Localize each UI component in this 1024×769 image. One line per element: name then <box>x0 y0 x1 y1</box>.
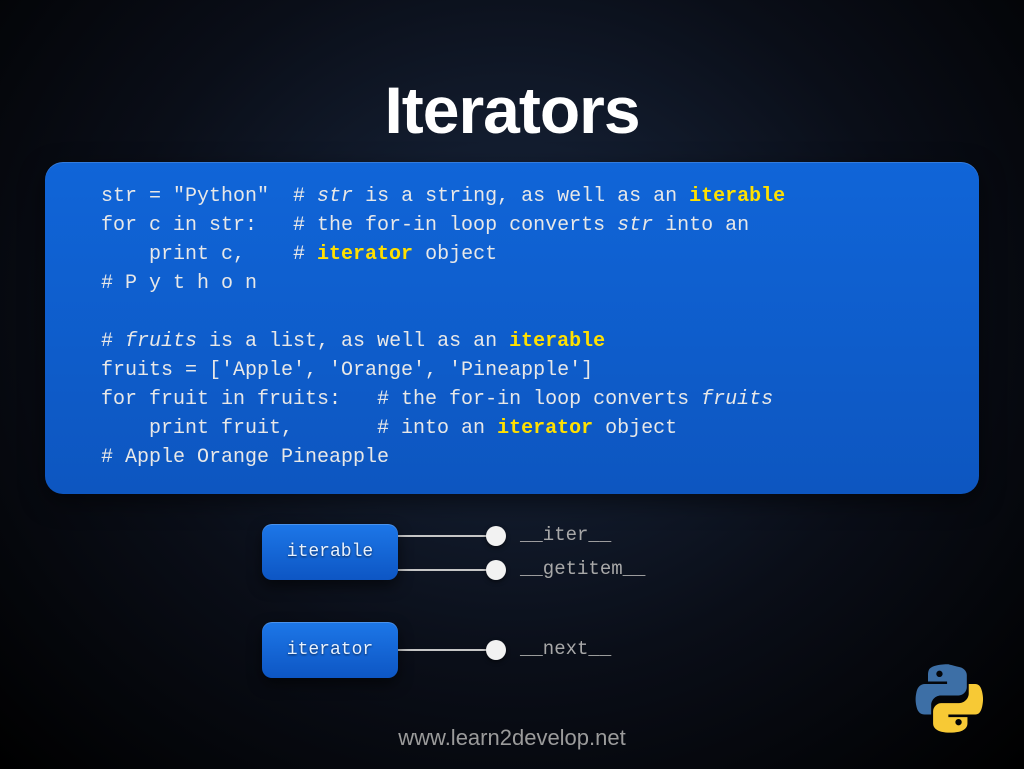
diagram: iterable iterator __iter__ __getitem__ _… <box>262 522 762 692</box>
node-iterator: iterator <box>262 622 398 678</box>
endpoint-dot <box>486 560 506 580</box>
code-content: str = "Python" # str is a string, as wel… <box>101 182 951 472</box>
endpoint-dot <box>486 526 506 546</box>
python-logo-icon <box>914 663 984 733</box>
method-label-getitem: __getitem__ <box>520 558 645 580</box>
method-label-iter: __iter__ <box>520 524 611 546</box>
endpoint-dot <box>486 640 506 660</box>
connector-line <box>398 649 488 651</box>
connector-line <box>398 535 488 537</box>
footer-url: www.learn2develop.net <box>0 725 1024 751</box>
method-label-next: __next__ <box>520 638 611 660</box>
slide-title: Iterators <box>0 0 1024 148</box>
connector-line <box>398 569 488 571</box>
code-block: str = "Python" # str is a string, as wel… <box>45 162 979 494</box>
node-iterable: iterable <box>262 524 398 580</box>
